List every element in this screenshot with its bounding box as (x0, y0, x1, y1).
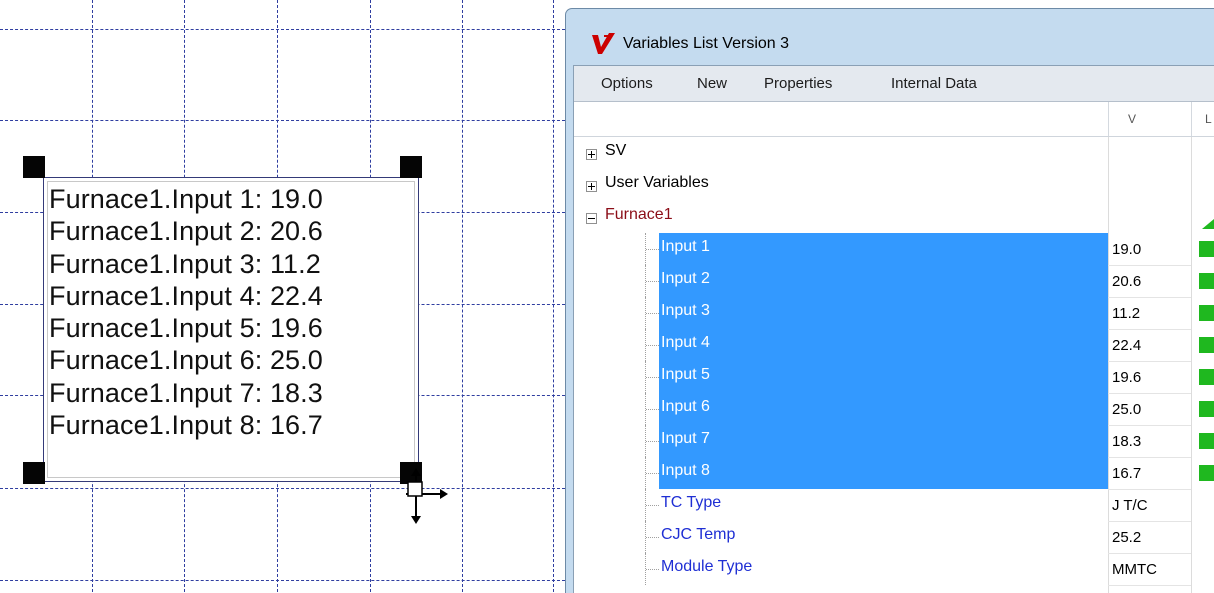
tree-label: Input 5 (661, 366, 710, 383)
tree-label: Input 1 (661, 238, 710, 255)
text-line: Furnace1.Input 6: 25.0 (49, 345, 323, 376)
grid-line (462, 0, 463, 592)
column-header-value[interactable]: V (1128, 112, 1136, 126)
text-line: Furnace1.Input 3: 11.2 (49, 248, 321, 279)
grid-line (0, 29, 565, 30)
variable-value: 19.0 (1112, 241, 1142, 258)
selection-highlight (659, 425, 1108, 457)
column-header: V L (574, 102, 1214, 137)
grid-line (553, 0, 554, 592)
selection-highlight (659, 233, 1108, 265)
text-line: Furnace1.Input 7: 18.3 (49, 377, 323, 408)
resize-handle-top-left[interactable] (23, 156, 45, 178)
sort-up-icon (1202, 219, 1214, 229)
text-object-lines: Furnace1.Input 1: 19.0 Furnace1.Input 2:… (49, 183, 323, 441)
tree-row-input[interactable]: Input 7 18.3 (574, 425, 1214, 458)
text-line: Furnace1.Input 8: 16.7 (49, 410, 323, 441)
tree-row-sv[interactable]: SV (574, 137, 1214, 169)
grid-line (0, 580, 565, 581)
tree-row-furnace1[interactable]: Furnace1 (574, 201, 1214, 233)
menu-properties[interactable]: Properties (764, 75, 832, 92)
expand-plus-icon[interactable] (586, 149, 597, 160)
text-line: Furnace1.Input 5: 19.6 (49, 313, 323, 344)
tree-row-input[interactable]: Input 3 11.2 (574, 297, 1214, 330)
tree-label: Input 3 (661, 302, 710, 319)
text-line: Furnace1.Input 1: 19.0 (49, 184, 323, 214)
menu-internal-data[interactable]: Internal Data (891, 75, 977, 92)
design-canvas[interactable]: Furnace1.Input 1: 19.0 Furnace1.Input 2:… (0, 0, 565, 592)
tree-row-input[interactable]: Input 5 19.6 (574, 361, 1214, 394)
selection-highlight (659, 297, 1108, 329)
tree-label: Input 7 (661, 430, 710, 447)
column-header-status[interactable]: L (1205, 112, 1212, 126)
variable-value: 20.6 (1112, 273, 1142, 290)
tree-row-input[interactable]: Input 8 16.7 (574, 457, 1214, 490)
variable-value: 18.3 (1112, 433, 1142, 450)
status-ok-indicator (1199, 337, 1214, 353)
tree-label: TC Type (661, 494, 722, 511)
tree-label: Module Type (661, 558, 753, 575)
status-ok-indicator (1199, 273, 1214, 289)
status-ok-indicator (1199, 241, 1214, 257)
grid-line (0, 120, 565, 121)
column-separator[interactable] (1191, 102, 1192, 136)
resize-handle-bottom-left[interactable] (23, 462, 45, 484)
tree-label: Input 6 (661, 398, 710, 415)
selected-text-object[interactable]: Furnace1.Input 1: 19.0 Furnace1.Input 2:… (43, 177, 419, 482)
status-ok-indicator (1199, 369, 1214, 385)
tree-row-input[interactable]: Input 4 22.4 (574, 329, 1214, 362)
variable-value: MMTC (1112, 561, 1157, 578)
variable-value: 11.2 (1112, 305, 1141, 322)
tree-row-input[interactable]: Input 1 19.0 (574, 233, 1214, 266)
variable-value: 22.4 (1112, 337, 1142, 354)
variable-value: J T/C (1112, 497, 1148, 514)
selection-highlight (659, 361, 1108, 393)
tree-label: Input 2 (661, 270, 710, 287)
window-titlebar[interactable]: Variables List Version 3 (566, 9, 1214, 65)
tree-row-tc-type[interactable]: TC Type J T/C (574, 489, 1214, 522)
tree-row-user-variables[interactable]: User Variables (574, 169, 1214, 201)
tree-row-input[interactable]: Input 2 20.6 (574, 265, 1214, 298)
window-title: Variables List Version 3 (623, 35, 790, 52)
window-content: Options New Properties Internal Data V L… (573, 65, 1214, 593)
text-line: Furnace1.Input 2: 20.6 (49, 216, 323, 247)
variables-tree: SV User Variables Furnace1 Input 1 19.0 (574, 137, 1214, 593)
tree-label: Furnace1 (605, 206, 673, 223)
selection-highlight (659, 393, 1108, 425)
status-ok-indicator (1199, 465, 1214, 481)
menu-bar: Options New Properties Internal Data (574, 66, 1214, 102)
status-ok-indicator (1199, 433, 1214, 449)
expand-plus-icon[interactable] (586, 181, 597, 192)
v-app-icon (592, 33, 615, 54)
variable-value: 25.2 (1112, 529, 1142, 546)
column-separator[interactable] (1108, 102, 1109, 136)
tree-row-cjc-temp[interactable]: CJC Temp 25.2 (574, 521, 1214, 554)
selection-highlight (659, 329, 1108, 361)
collapse-minus-icon[interactable] (586, 213, 597, 224)
variable-value: 19.6 (1112, 369, 1142, 386)
menu-options[interactable]: Options (601, 75, 653, 92)
tree-row-module-type[interactable]: Module Type MMTC (574, 553, 1214, 586)
variable-value: 25.0 (1112, 401, 1142, 418)
tree-label: Input 8 (661, 462, 710, 479)
variables-list-window[interactable]: Variables List Version 3 Options New Pro… (565, 8, 1214, 593)
tree-row-input[interactable]: Input 6 25.0 (574, 393, 1214, 426)
selection-highlight (659, 265, 1108, 297)
tree-label: SV (605, 142, 627, 159)
move-cursor-icon (406, 468, 448, 524)
resize-handle-top-right[interactable] (400, 156, 422, 178)
grid-line (0, 488, 565, 489)
status-ok-indicator (1199, 305, 1214, 321)
tree-label: CJC Temp (661, 526, 736, 543)
menu-new[interactable]: New (697, 75, 727, 92)
status-ok-indicator (1199, 401, 1214, 417)
text-line: Furnace1.Input 4: 22.4 (49, 280, 323, 311)
selection-highlight (659, 457, 1108, 489)
tree-label: Input 4 (661, 334, 710, 351)
tree-label: User Variables (605, 174, 709, 191)
variable-value: 16.7 (1112, 465, 1142, 482)
